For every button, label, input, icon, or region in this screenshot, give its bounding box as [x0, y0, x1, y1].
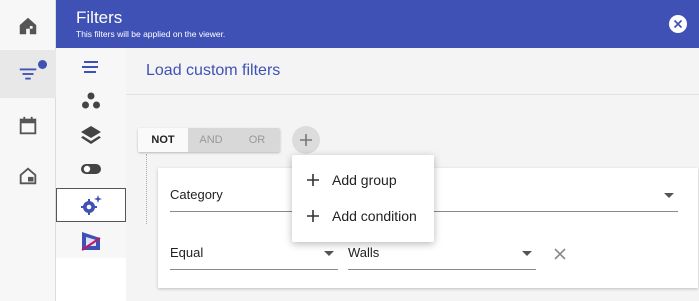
value-select[interactable]: Walls [348, 238, 536, 270]
value-value: Walls [348, 245, 380, 260]
close-button[interactable] [669, 15, 687, 33]
filters-button[interactable] [0, 50, 56, 98]
operator-select[interactable]: Equal [170, 238, 338, 270]
operator-value: Equal [170, 245, 204, 260]
home-icon [19, 17, 37, 35]
left-rail [0, 0, 56, 301]
calendar-button[interactable] [0, 102, 56, 150]
filter-type-layers[interactable] [56, 118, 126, 152]
load-custom-filters-link[interactable]: Load custom filters [146, 62, 280, 80]
lines-icon [82, 61, 98, 73]
add-rule-button[interactable] [292, 126, 320, 154]
filter-type-elements[interactable] [56, 84, 126, 118]
filter-badge [38, 60, 47, 69]
filter-type-toggle[interactable] [56, 152, 126, 186]
house-button[interactable] [0, 152, 56, 200]
chevron-down-icon [664, 193, 674, 198]
plus-icon [300, 134, 312, 146]
header-subtitle: This filters will be applied on the view… [76, 29, 226, 39]
add-condition-label: Add condition [332, 208, 417, 224]
plus-icon [307, 210, 319, 222]
category-value: Category [170, 187, 223, 202]
gear-sparkle-icon [81, 195, 102, 215]
add-group-label: Add group [332, 172, 397, 188]
section-box-icon [81, 232, 101, 251]
calendar-icon [19, 116, 37, 135]
chevron-down-icon [522, 251, 532, 256]
filter-type-section[interactable] [56, 224, 126, 258]
home-button[interactable] [0, 2, 56, 50]
plus-icon [307, 174, 319, 186]
close-icon [673, 19, 683, 29]
tree-connector [146, 154, 147, 224]
header-title: Filters [76, 8, 123, 27]
remove-condition-icon[interactable] [552, 246, 568, 262]
chevron-down-icon [324, 251, 334, 256]
layers-icon [81, 126, 101, 144]
filter-type-advanced[interactable] [56, 188, 126, 222]
divider [126, 94, 699, 95]
add-condition-item[interactable]: Add condition [292, 198, 434, 234]
dots-cluster-icon [82, 92, 100, 109]
add-group-item[interactable]: Add group [292, 162, 434, 198]
logic-not-button[interactable]: NOT [138, 128, 188, 152]
toggle-icon [81, 164, 101, 174]
logic-toggle-group: NOT AND OR [138, 128, 280, 152]
logic-and-button[interactable]: AND [188, 128, 234, 152]
filter-icon [19, 68, 37, 80]
add-menu: Add group Add condition [292, 155, 434, 242]
house-outline-icon [19, 167, 37, 185]
filters-header: Filters This filters will be applied on … [56, 0, 699, 48]
filter-type-rail [56, 48, 126, 258]
filter-type-properties[interactable] [56, 50, 126, 84]
logic-or-button[interactable]: OR [234, 128, 280, 152]
